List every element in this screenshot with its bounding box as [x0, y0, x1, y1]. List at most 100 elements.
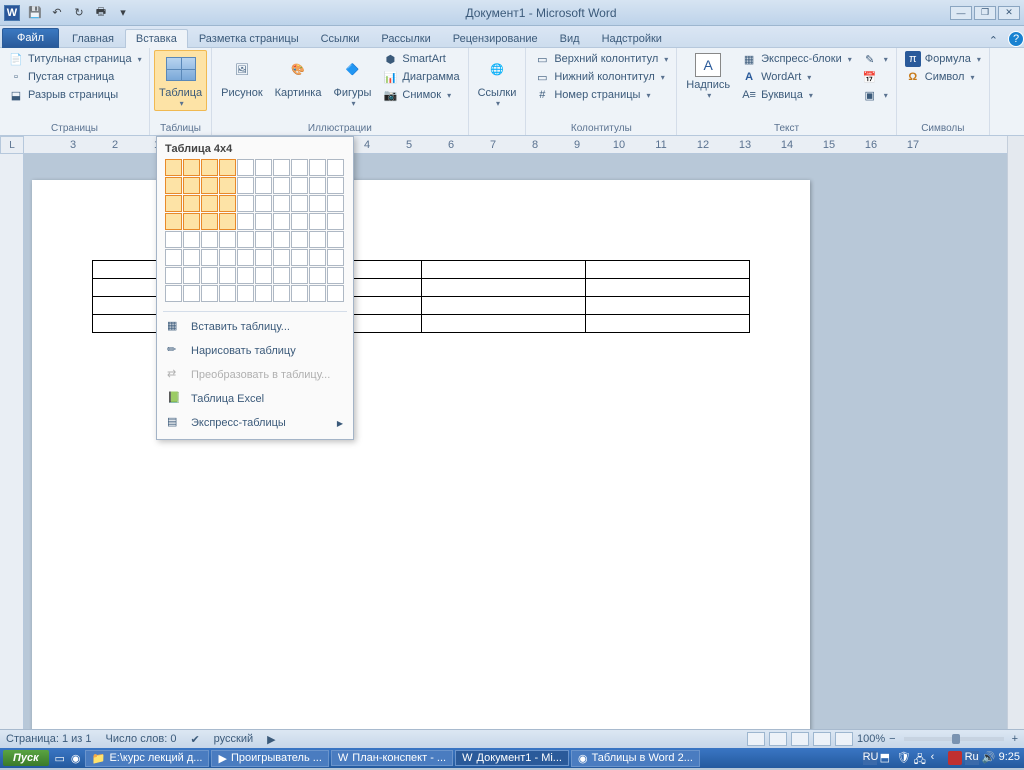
task-player[interactable]: ▶ Проигрыватель ... — [211, 750, 328, 767]
grid-cell[interactable] — [165, 285, 182, 302]
grid-cell[interactable] — [309, 285, 326, 302]
screenshot-button[interactable]: 📷Снимок▾ — [378, 86, 463, 104]
restore-button[interactable]: ❐ — [974, 6, 996, 20]
grid-cell[interactable] — [273, 177, 290, 194]
grid-cell[interactable] — [201, 285, 218, 302]
grid-cell[interactable] — [183, 249, 200, 266]
tray-icon[interactable]: 🛡 — [897, 751, 911, 765]
grid-cell[interactable] — [165, 177, 182, 194]
grid-cell[interactable] — [255, 177, 272, 194]
lang-indicator[interactable]: RU — [863, 751, 877, 765]
symbol-button[interactable]: ΩСимвол▾ — [901, 68, 985, 86]
grid-cell[interactable] — [219, 177, 236, 194]
header-button[interactable]: ▭Верхний колонтитул▾ — [530, 50, 672, 68]
grid-cell[interactable] — [237, 159, 254, 176]
status-proof[interactable]: ✔ — [190, 733, 199, 746]
grid-cell[interactable] — [201, 267, 218, 284]
grid-cell[interactable] — [309, 195, 326, 212]
grid-cell[interactable] — [219, 195, 236, 212]
grid-cell[interactable] — [183, 195, 200, 212]
object-button[interactable]: ▣▾ — [858, 86, 892, 104]
task-explorer[interactable]: 📁 E:\курс лекций д... — [85, 750, 210, 767]
grid-cell[interactable] — [201, 177, 218, 194]
tab-view[interactable]: Вид — [549, 29, 591, 48]
minimize-button[interactable]: — — [950, 6, 972, 20]
grid-cell[interactable] — [291, 249, 308, 266]
zoom-out-button[interactable]: − — [889, 733, 895, 745]
grid-cell[interactable] — [273, 267, 290, 284]
undo-icon[interactable]: ↶ — [48, 4, 66, 22]
grid-cell[interactable] — [165, 231, 182, 248]
grid-cell[interactable] — [255, 231, 272, 248]
zoom-in-button[interactable]: + — [1012, 733, 1018, 745]
grid-cell[interactable] — [309, 159, 326, 176]
grid-cell[interactable] — [273, 249, 290, 266]
textbox-button[interactable]: AНадпись▾ — [681, 50, 735, 103]
chart-button[interactable]: 📊Диаграмма — [378, 68, 463, 86]
view-web-layout[interactable] — [791, 732, 809, 746]
grid-cell[interactable] — [291, 195, 308, 212]
view-full-screen[interactable] — [769, 732, 787, 746]
zoom-level[interactable]: 100% — [857, 733, 885, 745]
grid-cell[interactable] — [309, 213, 326, 230]
grid-cell[interactable] — [327, 231, 344, 248]
grid-cell[interactable] — [219, 285, 236, 302]
grid-cell[interactable] — [201, 195, 218, 212]
insert-table-item[interactable]: ▦Вставить таблицу... — [161, 315, 349, 339]
grid-cell[interactable] — [291, 267, 308, 284]
status-words[interactable]: Число слов: 0 — [106, 733, 177, 745]
excel-table-item[interactable]: 📗Таблица Excel — [161, 387, 349, 411]
grid-cell[interactable] — [165, 213, 182, 230]
equation-button[interactable]: πФормула▾ — [901, 50, 985, 68]
tab-review[interactable]: Рецензирование — [442, 29, 549, 48]
sig-button[interactable]: ✎▾ — [858, 50, 892, 68]
grid-cell[interactable] — [201, 213, 218, 230]
grid-cell[interactable] — [309, 249, 326, 266]
grid-cell[interactable] — [201, 159, 218, 176]
links-button[interactable]: 🌐Ссылки▾ — [473, 50, 522, 111]
start-button[interactable]: Пуск — [3, 750, 49, 766]
grid-cell[interactable] — [327, 159, 344, 176]
grid-cell[interactable] — [219, 249, 236, 266]
grid-cell[interactable] — [219, 267, 236, 284]
print-icon[interactable]: 🖶 — [92, 4, 110, 22]
tray-icon[interactable]: ⬒ — [880, 751, 894, 765]
grid-cell[interactable] — [291, 159, 308, 176]
grid-cell[interactable] — [255, 159, 272, 176]
grid-cell[interactable] — [273, 213, 290, 230]
grid-cell[interactable] — [291, 231, 308, 248]
quicklaunch-icon[interactable]: ▭ — [52, 752, 68, 765]
grid-cell[interactable] — [291, 213, 308, 230]
wordart-button[interactable]: AWordArt▾ — [737, 68, 856, 86]
smartart-button[interactable]: ⬢SmartArt — [378, 50, 463, 68]
clipart-button[interactable]: 🎨Картинка — [270, 50, 327, 102]
quicklaunch-icon[interactable]: ◉ — [68, 752, 84, 765]
grid-cell[interactable] — [309, 231, 326, 248]
grid-cell[interactable] — [219, 159, 236, 176]
grid-cell[interactable] — [237, 249, 254, 266]
grid-cell[interactable] — [165, 195, 182, 212]
tray-icon[interactable] — [948, 751, 962, 765]
grid-cell[interactable] — [183, 267, 200, 284]
grid-cell[interactable] — [237, 285, 254, 302]
task-chrome[interactable]: ◉ Таблицы в Word 2... — [571, 750, 700, 767]
shapes-button[interactable]: 🔷Фигуры▾ — [328, 50, 376, 111]
view-outline[interactable] — [813, 732, 831, 746]
tab-file[interactable]: Файл — [2, 28, 59, 48]
vertical-scrollbar[interactable] — [1007, 136, 1024, 729]
grid-cell[interactable] — [237, 267, 254, 284]
quick-tables-item[interactable]: ▤Экспресс-таблицы▶ — [161, 411, 349, 435]
view-draft[interactable] — [835, 732, 853, 746]
minimize-ribbon-icon[interactable]: ⌃ — [989, 34, 998, 47]
grid-cell[interactable] — [219, 213, 236, 230]
page[interactable] — [32, 180, 810, 729]
grid-cell[interactable] — [327, 249, 344, 266]
grid-cell[interactable] — [183, 213, 200, 230]
tray-icon[interactable]: 🖧 — [914, 751, 928, 765]
grid-cell[interactable] — [165, 267, 182, 284]
table-size-grid[interactable] — [161, 157, 349, 308]
grid-cell[interactable] — [183, 231, 200, 248]
grid-cell[interactable] — [291, 285, 308, 302]
grid-cell[interactable] — [165, 159, 182, 176]
dropcap-button[interactable]: A≡Буквица▾ — [737, 86, 856, 104]
